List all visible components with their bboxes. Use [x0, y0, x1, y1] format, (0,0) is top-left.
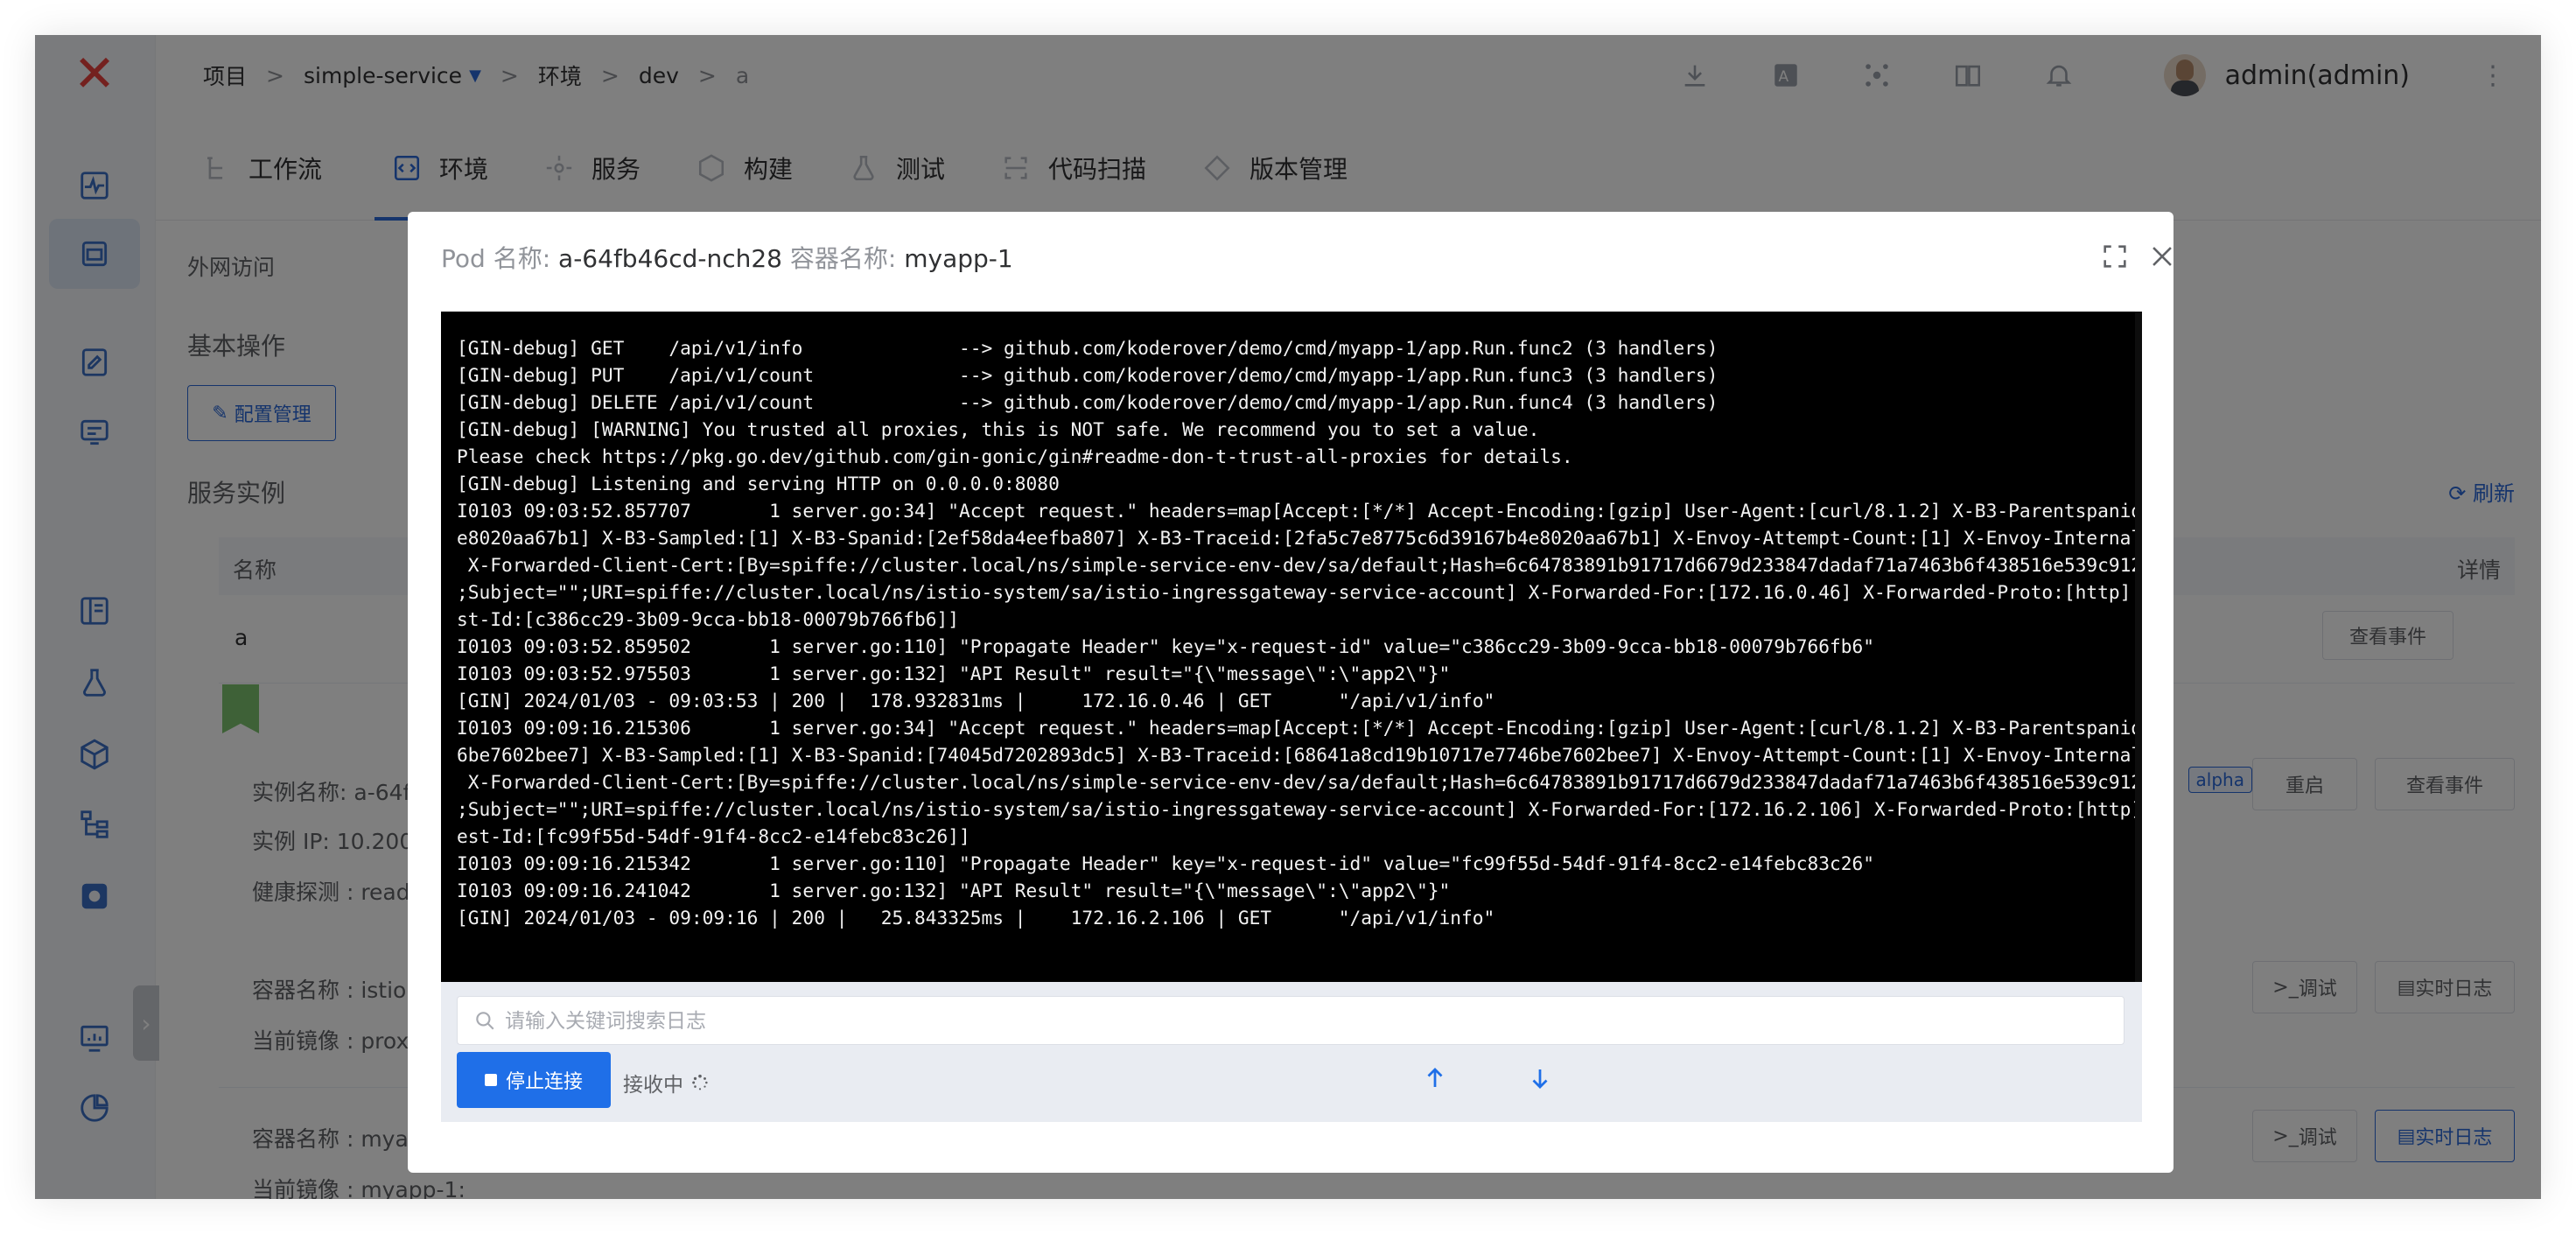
app-window: ✕ ›: [35, 35, 2541, 1199]
scroll-bottom-icon[interactable]: [1522, 1061, 1558, 1096]
pod-value: a-64fb46cd-nch28: [558, 244, 782, 273]
container-label: 容器名称:: [789, 244, 897, 273]
stop-button-label: 停止连接: [505, 1071, 583, 1093]
loading-spinner-icon: [692, 1074, 708, 1090]
log-line: [GIN-debug] [WARNING] You trusted all pr…: [457, 418, 1540, 440]
log-controls: 停止连接 接收中: [441, 982, 2142, 1122]
log-line: I0103 09:09:16.215306 1 server.go:34] "A…: [457, 717, 2142, 739]
log-line: I0103 09:03:52.857707 1 server.go:34] "A…: [457, 500, 2142, 522]
container-value: myapp-1: [904, 244, 1013, 273]
log-terminal[interactable]: [GIN-debug] GET /api/v1/info --> github.…: [441, 312, 2142, 982]
receiving-status: 接收中: [623, 1068, 710, 1097]
log-line: I0103 09:09:16.241042 1 server.go:132] "…: [457, 880, 1451, 901]
close-icon[interactable]: [2144, 238, 2180, 275]
stop-connection-button[interactable]: 停止连接: [457, 1052, 611, 1108]
log-line: ;Subject="";URI=spiffe://cluster.local/n…: [457, 581, 2142, 603]
log-line: [GIN] 2024/01/03 - 09:09:16 | 200 | 25.8…: [457, 907, 1495, 929]
log-line: Please check https://pkg.go.dev/github.c…: [457, 445, 1573, 467]
log-line: [GIN-debug] DELETE /api/v1/count --> git…: [457, 391, 1718, 413]
scroll-top-icon[interactable]: [1418, 1061, 1452, 1096]
terminal-scrollbar[interactable]: [2135, 312, 2142, 982]
log-lines: [GIN-debug] GET /api/v1/info --> github.…: [457, 334, 2142, 931]
log-line: I0103 09:03:52.859502 1 server.go:110] "…: [457, 635, 1875, 657]
log-line: X-Forwarded-Client-Cert:[By=spiffe://clu…: [457, 771, 2142, 793]
fullscreen-icon[interactable]: [2096, 238, 2133, 275]
pod-label: Pod 名称:: [441, 244, 551, 273]
dialog-title: Pod 名称: a-64fb46cd-nch28 容器名称: myapp-1: [441, 240, 1013, 275]
log-line: st-Id:[c386cc29-3b09-9cca-bb18-00079b766…: [457, 608, 960, 630]
log-line: e8020aa67b1] X-B3-Sampled:[1] X-B3-Spani…: [457, 527, 2142, 549]
search-icon: [476, 1012, 494, 1030]
log-line: [GIN-debug] GET /api/v1/info --> github.…: [457, 337, 1718, 359]
log-line: est-Id:[fc99f55d-54df-91f4-8cc2-e14febc8…: [457, 825, 970, 847]
log-line: [GIN-debug] PUT /api/v1/count --> github…: [457, 364, 1718, 386]
status-text: 接收中: [623, 1074, 683, 1097]
log-line: 6be7602bee7] X-B3-Sampled:[1] X-B3-Spani…: [457, 744, 2142, 766]
log-line: I0103 09:09:16.215342 1 server.go:110] "…: [457, 852, 1875, 874]
log-search-input[interactable]: [505, 1004, 2097, 1037]
log-line: ;Subject="";URI=spiffe://cluster.local/n…: [457, 798, 2142, 820]
log-line: [GIN] 2024/01/03 - 09:03:53 | 200 | 178.…: [457, 690, 1495, 712]
log-line: I0103 09:03:52.975503 1 server.go:132] "…: [457, 663, 1451, 684]
log-search-box[interactable]: [457, 996, 2124, 1045]
realtime-log-dialog: Pod 名称: a-64fb46cd-nch28 容器名称: myapp-1 […: [408, 212, 2174, 1173]
stop-icon: [484, 1074, 497, 1086]
log-line: [GIN-debug] Listening and serving HTTP o…: [457, 473, 1060, 494]
log-line: X-Forwarded-Client-Cert:[By=spiffe://clu…: [457, 554, 2142, 576]
